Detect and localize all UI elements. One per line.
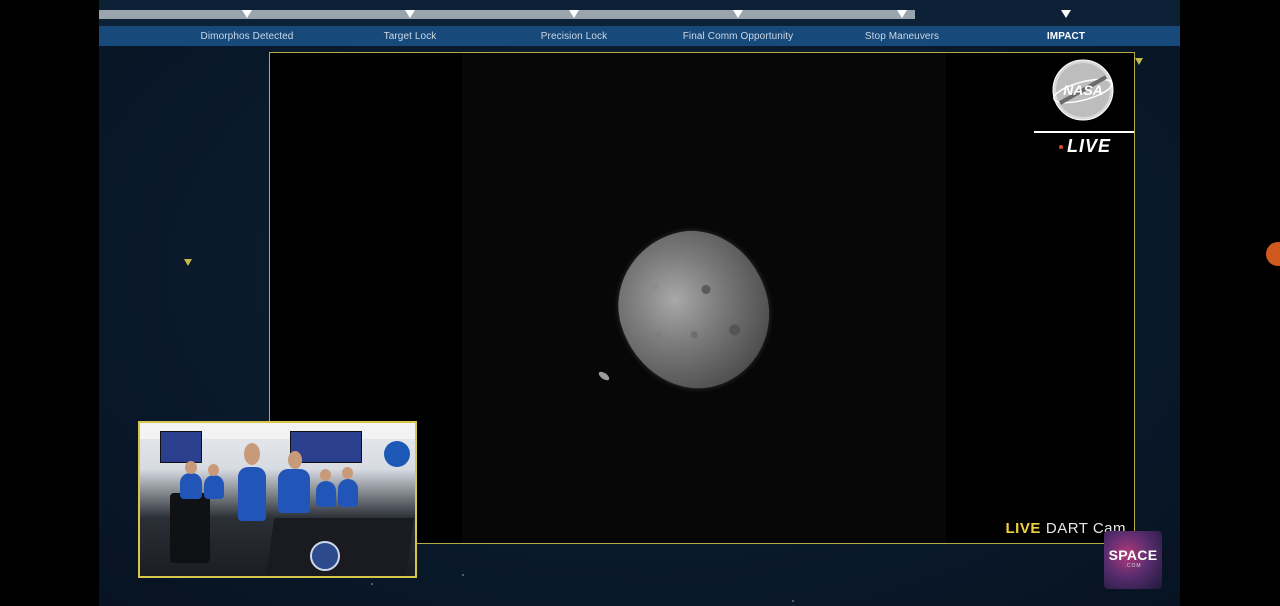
inset-person bbox=[338, 479, 358, 507]
inset-person bbox=[238, 467, 266, 521]
inset-person bbox=[180, 473, 202, 499]
milestone-stop-maneuvers: Stop Maneuvers bbox=[822, 0, 982, 46]
space-logo-word: SPACE bbox=[1108, 547, 1158, 563]
live-dot-icon bbox=[1058, 144, 1063, 149]
milestone-marker-icon bbox=[405, 10, 415, 18]
inset-person-head bbox=[244, 443, 260, 465]
milestone-marker-icon bbox=[733, 10, 743, 18]
inset-chair bbox=[170, 493, 210, 563]
corner-marker-icon bbox=[1135, 58, 1143, 65]
nasa-logo-text: NASA bbox=[1063, 82, 1103, 98]
inset-console-desk bbox=[265, 518, 415, 576]
inset-nasa-logo-icon bbox=[384, 441, 410, 467]
mission-control-inset-video[interactable] bbox=[138, 421, 417, 578]
milestone-final-comm-opportunity: Final Comm Opportunity bbox=[658, 0, 818, 46]
milestone-marker-icon bbox=[242, 10, 252, 18]
milestone-precision-lock: Precision Lock bbox=[494, 0, 654, 46]
milestone-marker-icon bbox=[1061, 10, 1071, 18]
inset-person-head bbox=[320, 469, 331, 481]
milestone-label: IMPACT bbox=[1046, 31, 1086, 42]
milestone-target-lock: Target Lock bbox=[330, 0, 490, 46]
inset-person bbox=[204, 475, 224, 499]
inset-person-head bbox=[288, 451, 302, 469]
inset-person-head bbox=[208, 464, 219, 476]
milestone-label: Final Comm Opportunity bbox=[682, 31, 794, 42]
inset-apl-logo-icon bbox=[310, 541, 340, 571]
inset-person bbox=[278, 469, 310, 513]
milestone-label: Precision Lock bbox=[540, 31, 608, 42]
caption-live-label: LIVE bbox=[1005, 520, 1041, 537]
live-badge-text: LIVE bbox=[1066, 136, 1111, 156]
decorative-marker-icon bbox=[184, 259, 192, 266]
inset-wall-screen bbox=[160, 431, 202, 463]
space-com-logo: SPACE .COM bbox=[1104, 531, 1162, 589]
inset-person-head bbox=[342, 467, 353, 479]
decorative-dot bbox=[792, 600, 794, 602]
live-badge: LIVE bbox=[1034, 131, 1134, 157]
side-record-indicator-icon bbox=[1266, 242, 1280, 266]
milestone-dimorphos-detected: Dimorphos Detected bbox=[167, 0, 327, 46]
nasa-meatball-icon: NASA bbox=[1052, 59, 1114, 121]
inset-person bbox=[316, 481, 336, 507]
space-logo-sub: .COM bbox=[1124, 563, 1142, 569]
milestone-label: Stop Maneuvers bbox=[864, 31, 940, 42]
milestone-label: Dimorphos Detected bbox=[200, 31, 294, 42]
inset-person-head bbox=[185, 461, 197, 474]
milestone-label: Target Lock bbox=[383, 31, 437, 42]
decorative-dot bbox=[462, 574, 464, 576]
milestone-marker-icon bbox=[897, 10, 907, 18]
decorative-dot bbox=[371, 583, 373, 585]
milestone-impact: IMPACT bbox=[986, 0, 1146, 46]
milestone-marker-icon bbox=[569, 10, 579, 18]
broadcast-stage: Dimorphos Detected Target Lock Precision… bbox=[99, 0, 1180, 606]
